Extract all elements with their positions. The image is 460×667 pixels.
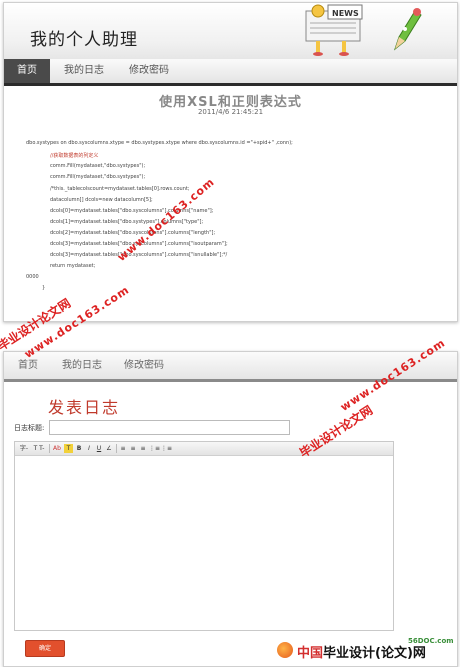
nav-home[interactable]: 首页 <box>4 59 50 83</box>
text-color-button[interactable]: Ab <box>52 444 62 453</box>
code-line: comm.Fill(mydataset,"dbo.systypes"); <box>50 174 146 180</box>
ordered-list-button[interactable]: ⋮≡ <box>149 444 160 453</box>
code-line: return mydataset; <box>50 263 96 269</box>
nav-my-journal[interactable]: 我的日志 <box>64 59 104 83</box>
svg-text:NEWS: NEWS <box>332 9 359 18</box>
font-size-button[interactable]: T T- <box>32 444 46 453</box>
app-title: 我的个人助理 <box>30 30 138 50</box>
code-line: } <box>42 285 46 291</box>
toolbar-divider <box>116 444 117 453</box>
globe-logo-icon <box>277 642 293 658</box>
form-title: 发表日志 <box>48 398 121 417</box>
highlight-button[interactable]: T <box>64 444 73 453</box>
footer-brand-text: 毕业设计(论文)网 <box>323 646 426 661</box>
code-line: 0000 <box>26 274 39 280</box>
align-left-button[interactable]: ≡ <box>119 444 127 453</box>
footer-brand: 中国毕业设计(论文)网 <box>297 642 426 661</box>
align-right-button[interactable]: ≡ <box>139 444 147 453</box>
submit-button[interactable]: 确定 <box>25 640 65 657</box>
journal-title-input[interactable] <box>49 420 290 435</box>
code-line: datacolumn[] dcols=new datacolumn[5]; <box>50 197 153 203</box>
rich-text-editor: 字- T T- Ab T B I U ∠ ≡ ≡ ≡ ⋮≡ ⋮≡ <box>14 441 394 631</box>
main-nav: 首页 我的日志 修改密码 <box>4 59 457 86</box>
underline-button[interactable]: U <box>95 444 103 453</box>
pencil-mascot-icon <box>393 8 422 51</box>
code-line: dbo.systypes on dbo.syscolumns.xtype = d… <box>26 140 293 146</box>
font-family-button[interactable]: 字- <box>18 444 30 453</box>
code-line: //获取数据表的列定义 <box>50 153 99 159</box>
editor-toolbar: 字- T T- Ab T B I U ∠ ≡ ≡ ≡ ⋮≡ ⋮≡ <box>15 442 393 456</box>
newspaper-mascot-icon: NEWS <box>305 4 363 56</box>
nav-change-password[interactable]: 修改密码 <box>124 352 164 379</box>
nav-change-password[interactable]: 修改密码 <box>129 59 169 83</box>
post-journal-screenshot: 首页 我的日志 修改密码 发表日志 日志标题: 字- T T- Ab T B I… <box>3 351 458 667</box>
align-center-button[interactable]: ≡ <box>129 444 137 453</box>
code-line: /*this._tablecolscount=mydataset.tables[… <box>50 186 190 192</box>
code-line: comm.Fill(mydataset,"dbo.systypes"); <box>50 163 146 169</box>
bold-button[interactable]: B <box>75 444 83 453</box>
toolbar-divider <box>49 444 50 453</box>
code-line: dcols[2]=mydataset.tables["dbo.syscolumn… <box>50 230 216 236</box>
journal-view-screenshot: 我的个人助理 NEWS 首页 我的日志 修改密码 使用XSL和正则表达式 201… <box>3 2 458 322</box>
nav-my-journal[interactable]: 我的日志 <box>62 352 102 379</box>
title-label: 日志标题: <box>14 424 45 432</box>
italic-button[interactable]: I <box>85 444 93 453</box>
editor-content-area[interactable] <box>15 456 393 630</box>
code-line: dcols[3]=mydataset.tables["dbo.syscolumn… <box>50 252 228 258</box>
link-button[interactable]: ∠ <box>105 444 113 453</box>
unordered-list-button[interactable]: ⋮≡ <box>161 444 172 453</box>
footer-brand-china: 中国 <box>297 646 324 661</box>
code-line: dcols[1]=mydataset.tables["dbo.systypes"… <box>50 219 204 225</box>
article-date: 2011/4/6 21:45:21 <box>197 108 264 116</box>
site-header: 我的个人助理 NEWS <box>4 3 457 59</box>
